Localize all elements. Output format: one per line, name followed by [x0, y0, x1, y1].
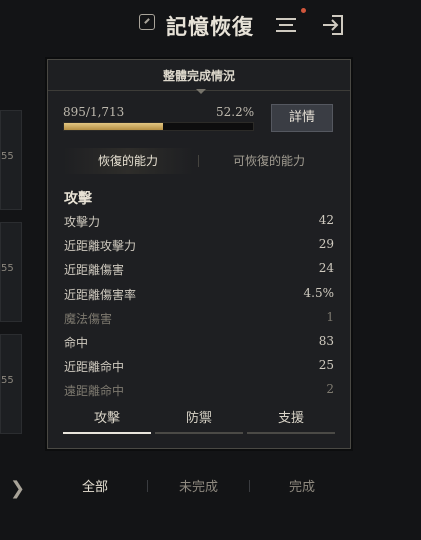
progress-fill — [64, 123, 163, 130]
tab-label: 防禦 — [185, 411, 212, 426]
exit-icon[interactable] — [320, 12, 350, 38]
edit-icon[interactable] — [139, 14, 155, 30]
tab-label: 攻擊 — [93, 411, 120, 426]
stat-label: 命中 — [64, 335, 89, 350]
stat-label: 近距離命中 — [64, 360, 125, 375]
stat-row: 近距離攻擊力 29 — [64, 234, 334, 258]
divider — [147, 480, 148, 492]
stat-label: 近距離攻擊力 — [64, 239, 137, 254]
tab-underline — [155, 432, 243, 434]
list-item[interactable]: 55 — [0, 334, 22, 434]
stat-row: 魔法傷害 1 — [64, 307, 334, 331]
progress-bar — [63, 122, 254, 131]
stat-row: 近距離傷害率 4.5% — [64, 283, 334, 307]
divider — [198, 155, 199, 167]
stat-value: 24 — [318, 261, 334, 276]
stat-value: 4.5% — [303, 285, 335, 300]
popup-title: 整體完成情況 — [162, 69, 235, 83]
tab-incomplete[interactable]: 未完成 — [179, 476, 218, 495]
stat-label: 魔法傷害 — [64, 311, 113, 326]
menu-icon[interactable] — [273, 12, 299, 38]
top-bar: 記憶恢復 — [0, 0, 421, 52]
completion-popup: 整體完成情況 895/1,713 52.2% 詳情 恢復的能力 可恢復的能力 攻… — [47, 59, 351, 449]
tab-restored-abilities[interactable]: 恢復的能力 — [63, 148, 193, 174]
stat-value: 29 — [318, 237, 334, 252]
tab-restorable-abilities[interactable]: 可恢復的能力 — [203, 148, 335, 174]
level-label: 55 — [1, 375, 14, 386]
stat-row: 遠距離命中 2 — [64, 379, 334, 403]
stat-row: 近距離命中 25 — [64, 355, 334, 379]
stat-value: 1 — [326, 309, 334, 324]
section-title: 攻擊 — [64, 191, 92, 207]
background-card-list: 55 55 55 — [0, 110, 22, 440]
list-item[interactable]: 55 — [0, 110, 22, 210]
tab-label: 支援 — [277, 411, 304, 426]
tab-all[interactable]: 全部 — [82, 476, 108, 495]
notification-dot — [301, 8, 306, 13]
tab-complete[interactable]: 完成 — [289, 476, 315, 495]
stat-category-tabs: 攻擊 防禦 支援 — [63, 406, 335, 436]
stat-value: 42 — [318, 213, 334, 227]
tab-underline — [247, 432, 335, 434]
stat-value: 2 — [326, 382, 334, 397]
stat-label: 近距離傷害率 — [64, 287, 137, 302]
stat-row: 攻擊力 42 — [64, 210, 334, 234]
stat-row: 命中 83 — [64, 331, 334, 355]
tab-attack[interactable]: 攻擊 — [63, 406, 151, 436]
level-label: 55 — [1, 151, 14, 162]
stat-label: 近距離傷害 — [64, 263, 125, 278]
ability-subtabs: 恢復的能力 可恢復的能力 — [63, 148, 335, 174]
popup-header: 整體完成情況 — [48, 60, 350, 91]
tab-support[interactable]: 支援 — [247, 406, 335, 436]
progress-count: 895/1,713 — [63, 105, 125, 119]
divider — [249, 480, 250, 492]
chevron-right-icon[interactable]: ❯ — [10, 478, 25, 499]
level-label: 55 — [1, 263, 14, 274]
stat-label: 遠距離命中 — [64, 384, 125, 399]
tab-defense[interactable]: 防禦 — [155, 406, 243, 436]
details-button[interactable]: 詳情 — [271, 104, 333, 132]
stat-list: 攻擊力 42 近距離攻擊力 29 近距離傷害 24 近距離傷害率 4.5% 魔法傷害 1 命中 83 近… — [64, 210, 334, 404]
list-item[interactable]: 55 — [0, 222, 22, 322]
page-title: 記憶恢復 — [166, 15, 254, 39]
stat-label: 攻擊力 — [64, 215, 101, 229]
tab-underline — [63, 432, 151, 434]
stat-value: 83 — [318, 333, 334, 348]
pointer-icon — [196, 89, 206, 94]
stat-row: 近距離傷害 24 — [64, 258, 334, 282]
stat-value: 25 — [318, 358, 334, 373]
progress-percent: 52.2% — [216, 105, 255, 119]
